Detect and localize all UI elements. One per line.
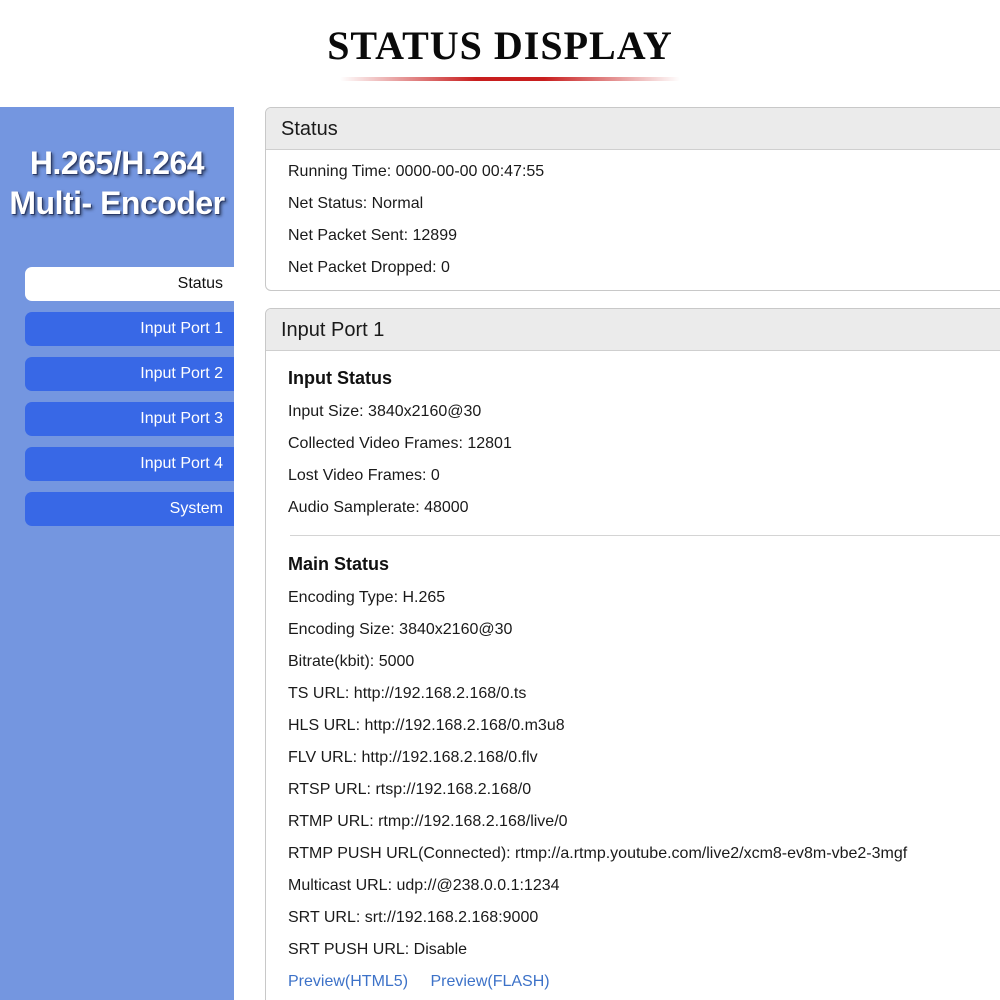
status-panel-title: Status — [266, 108, 1000, 150]
input-port-panel: Input Port 1 Input Status Input Size: 38… — [265, 308, 1000, 1000]
net-packet-sent: Net Packet Sent: 12899 — [288, 227, 457, 244]
input-port-panel-title: Input Port 1 — [266, 309, 1000, 351]
sidebar-item-system[interactable]: System — [25, 492, 234, 526]
input-status-heading: Input Status — [288, 368, 392, 388]
brand-line-1: H.265/H.264 — [29, 145, 205, 181]
page-title: STATUS DISPLAY — [327, 23, 673, 68]
running-time: Running Time: 0000-00-00 00:47:55 — [288, 163, 545, 180]
encoding-size: Encoding Size: 3840x2160@30 — [288, 621, 513, 638]
encoding-type: Encoding Type: H.265 — [288, 589, 446, 606]
title-underline — [340, 77, 680, 81]
ts-url: TS URL: http://192.168.2.168/0.ts — [288, 685, 527, 702]
collected-video-frames: Collected Video Frames: 12801 — [288, 435, 512, 452]
sidebar-item-input-port-1[interactable]: Input Port 1 — [25, 312, 234, 346]
sidebar-item-input-port-3[interactable]: Input Port 3 — [25, 402, 234, 436]
brand-logo: H.265/H.264 Multi- Encoder — [0, 143, 234, 223]
multicast-url: Multicast URL: udp://@238.0.0.1:1234 — [288, 877, 560, 894]
preview-flash-link[interactable]: Preview(FLASH) — [430, 973, 549, 990]
net-packet-dropped: Net Packet Dropped: 0 — [288, 259, 450, 276]
rtsp-url: RTSP URL: rtsp://192.168.2.168/0 — [288, 781, 532, 798]
preview-html5-link[interactable]: Preview(HTML5) — [288, 973, 408, 990]
input-size: Input Size: 3840x2160@30 — [288, 403, 482, 420]
rtmp-push-url: RTMP PUSH URL(Connected): rtmp://a.rtmp.… — [288, 845, 908, 862]
lost-video-frames: Lost Video Frames: 0 — [288, 467, 440, 484]
main-status-heading: Main Status — [288, 554, 390, 574]
bitrate: Bitrate(kbit): 5000 — [288, 653, 415, 670]
srt-push-url: SRT PUSH URL: Disable — [288, 941, 468, 958]
sidebar: H.265/H.264 Multi- Encoder Status Input … — [0, 107, 234, 1000]
flv-url: FLV URL: http://192.168.2.168/0.flv — [288, 749, 538, 766]
sidebar-item-status[interactable]: Status — [25, 267, 234, 301]
input-port-panel-body: Input Status Input Size: 3840x2160@30 Co… — [266, 351, 1000, 998]
brand-line-2: Multi- Encoder — [9, 185, 225, 221]
status-panel: Status Running Time: 0000-00-00 00:47:55… — [265, 107, 1000, 291]
sidebar-nav: Status Input Port 1 Input Port 2 Input P… — [25, 267, 234, 537]
net-status: Net Status: Normal — [288, 195, 424, 212]
status-panel-body: Running Time: 0000-00-00 00:47:55 Net St… — [266, 150, 1000, 284]
preview-links: Preview(HTML5) Preview(FLASH) — [266, 966, 1000, 998]
section-divider — [290, 535, 1000, 536]
sidebar-item-input-port-4[interactable]: Input Port 4 — [25, 447, 234, 481]
sidebar-item-input-port-2[interactable]: Input Port 2 — [25, 357, 234, 391]
rtmp-url: RTMP URL: rtmp://192.168.2.168/live/0 — [288, 813, 568, 830]
hls-url: HLS URL: http://192.168.2.168/0.m3u8 — [288, 717, 565, 734]
srt-url: SRT URL: srt://192.168.2.168:9000 — [288, 909, 539, 926]
audio-samplerate: Audio Samplerate: 48000 — [288, 499, 469, 516]
